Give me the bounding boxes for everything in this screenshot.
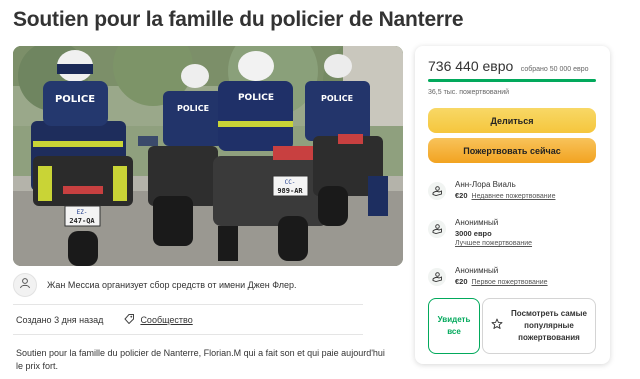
organizer-avatar: [13, 273, 37, 297]
organizer-row: Жан Мессиа организует сбор средств от им…: [13, 272, 363, 298]
svg-text:CC-: CC-: [285, 179, 296, 186]
star-icon: [491, 317, 503, 335]
category-link[interactable]: Сообщество: [124, 313, 193, 326]
donor-item: Анн-Лора Виаль €20 Недавнее пожертвование: [428, 180, 598, 200]
donor-item: Анонимный €20 Первое пожертвование: [428, 266, 598, 286]
donor-amount: €20: [455, 277, 468, 286]
person-icon: [19, 276, 31, 294]
tag-icon: [124, 313, 135, 326]
svg-text:POLICE: POLICE: [321, 94, 353, 103]
donations-count: 36,5 тыс. пожертвований: [428, 89, 510, 96]
donor-tag-link[interactable]: Лучшее пожертвование: [455, 240, 532, 247]
svg-text:POLICE: POLICE: [177, 104, 209, 113]
donor-amount: 3000 евро: [455, 229, 492, 238]
svg-text:POLICE: POLICE: [238, 93, 274, 103]
organizer-text: Жан Мессиа организует сбор средств от им…: [47, 280, 297, 290]
donor-item: Анонимный 3000 евро Лучшее пожертвование: [428, 218, 598, 247]
donor-tag-link[interactable]: Недавнее пожертвование: [472, 193, 556, 200]
progress-bar: [428, 79, 596, 82]
svg-text:POLICE: POLICE: [55, 94, 95, 105]
see-all-button[interactable]: Увидеть все: [428, 298, 480, 354]
divider: [13, 304, 363, 305]
svg-text:989-AR: 989-AR: [277, 187, 303, 195]
page-title: Soutien pour la famille du policier de N…: [13, 8, 464, 31]
raised-amount: 736 440 евро: [428, 58, 514, 74]
share-button[interactable]: Делиться: [428, 108, 596, 133]
donor-tag-link[interactable]: Первое пожертвование: [472, 279, 548, 286]
see-top-label: Посмотреть самые популярные пожертвовани…: [511, 309, 587, 342]
campaign-photo: POLICE EZ- 247-QA POLICE POLICE CC- 989-…: [13, 46, 403, 266]
donor-name: Анонимный: [455, 218, 499, 227]
campaign-description: Soutien pour la famille du policier de N…: [16, 348, 385, 371]
svg-text:247-QA: 247-QA: [69, 217, 95, 225]
donation-hand-icon: [428, 182, 446, 200]
donor-amount: €20: [455, 191, 468, 200]
meta-separator: [113, 314, 114, 326]
raised-row: 736 440 евро собрано 50 000 евро: [428, 58, 588, 76]
donate-button[interactable]: Пожертвовать сейчас: [428, 138, 596, 163]
donor-name: Анн-Лора Виаль: [455, 180, 516, 189]
donation-card: 736 440 евро собрано 50 000 евро 36,5 ты…: [415, 46, 610, 364]
see-top-donations-button[interactable]: Посмотреть самые популярные пожертвовани…: [482, 298, 596, 354]
created-date: Создано 3 дня назад: [16, 314, 104, 325]
donation-hand-icon: [428, 268, 446, 286]
progress-fill: [428, 79, 596, 82]
meta-row: Создано 3 дня назад Сообщество: [16, 313, 193, 326]
police-motorcycles-photo: POLICE EZ- 247-QA POLICE POLICE CC- 989-…: [13, 46, 403, 266]
donation-hand-icon: [428, 220, 446, 238]
category-label[interactable]: Сообщество: [140, 315, 192, 325]
goal-text: собрано 50 000 евро: [520, 66, 589, 73]
donor-name: Анонимный: [455, 266, 499, 275]
svg-text:EZ-: EZ-: [77, 209, 88, 216]
divider: [13, 334, 363, 335]
